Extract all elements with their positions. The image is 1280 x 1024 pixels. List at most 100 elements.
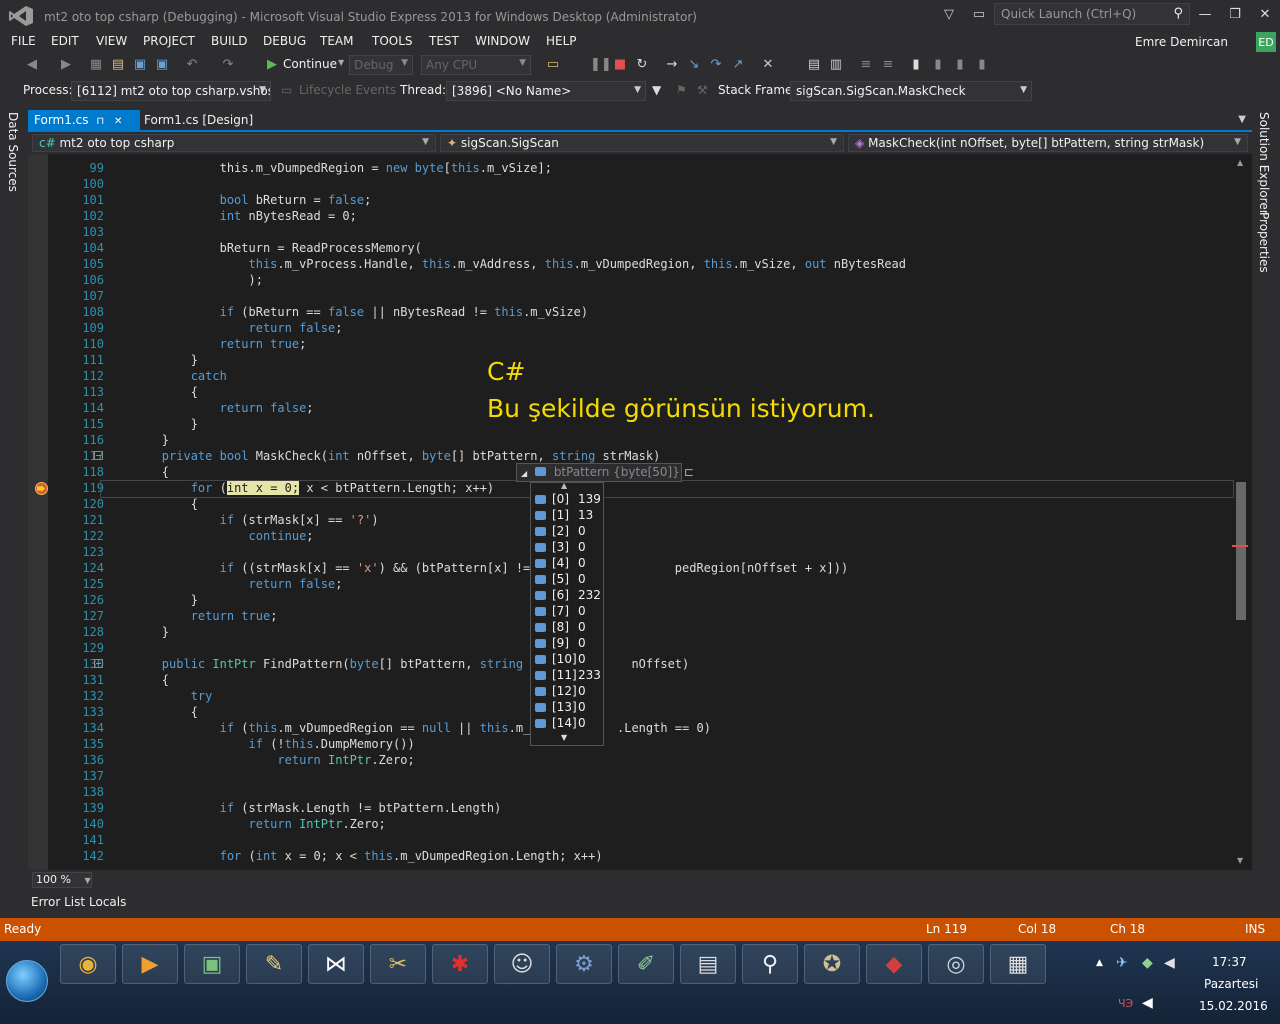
- code-line[interactable]: if (this.m_vDumpedRegion == null || this…: [104, 720, 711, 736]
- code-line[interactable]: bool bReturn = false;: [104, 192, 372, 208]
- game2-icon[interactable]: ◆: [866, 944, 922, 984]
- minimize-button[interactable]: —: [1190, 7, 1220, 22]
- datatip-value[interactable]: 0: [578, 652, 586, 666]
- tab-form1-design[interactable]: Form1.cs [Design]: [138, 110, 259, 131]
- close-button[interactable]: ✕: [1250, 7, 1280, 22]
- datatip-value[interactable]: 0: [578, 540, 586, 554]
- datatip-value[interactable]: 0: [578, 700, 586, 714]
- datatip-value[interactable]: 0: [578, 684, 586, 698]
- datatip-row[interactable]: [9] 0: [535, 636, 603, 652]
- datatip-value[interactable]: 232: [578, 588, 601, 602]
- code-line[interactable]: return false;: [104, 320, 343, 336]
- menu-help[interactable]: HELP: [546, 34, 577, 48]
- scroll-up-icon[interactable]: ▲: [561, 481, 567, 490]
- datatip-value[interactable]: 0: [578, 572, 586, 586]
- code-line[interactable]: return true;: [104, 336, 307, 352]
- horizontal-scrollbar[interactable]: [28, 870, 1252, 888]
- datatip-row[interactable]: [12] 0: [535, 684, 603, 700]
- datatip-row[interactable]: [11] 233: [535, 668, 603, 684]
- code-line[interactable]: if (bReturn == false || nBytesRead != th…: [104, 304, 589, 320]
- code-line[interactable]: return false;: [104, 400, 314, 416]
- tray-language-icon[interactable]: ЧЭ: [1118, 997, 1133, 1010]
- tools-icon[interactable]: ✂: [370, 944, 426, 984]
- class-dropdown[interactable]: ✦ sigScan.SigScan ▼: [440, 134, 844, 152]
- datatip-value[interactable]: 0: [578, 604, 586, 618]
- datatip-value[interactable]: 233: [578, 668, 601, 682]
- hex-icon[interactable]: ✕: [760, 57, 776, 73]
- solution-explorer-tab[interactable]: Solution Explorer: [1257, 112, 1271, 215]
- datatip-value[interactable]: 0: [578, 556, 586, 570]
- notepad-icon[interactable]: ✐: [618, 944, 674, 984]
- datatip-value[interactable]: 13: [578, 508, 593, 522]
- zoom-dropdown[interactable]: 100 % ▼: [32, 872, 92, 888]
- scroll-up-icon[interactable]: ▲: [1237, 158, 1243, 167]
- code-lines[interactable]: this.m_vDumpedRegion = new byte[this.m_v…: [104, 154, 1234, 870]
- code-line[interactable]: return true;: [104, 608, 278, 624]
- gear-app-icon[interactable]: ⚙: [556, 944, 612, 984]
- back-icon[interactable]: ◀: [24, 57, 40, 73]
- datatip-value[interactable]: 0: [578, 636, 586, 650]
- tray-network-icon[interactable]: ◆: [1142, 955, 1153, 971]
- datatip-row[interactable]: [8] 0: [535, 620, 603, 636]
- datatip-row[interactable]: [14] 0: [535, 716, 603, 732]
- datatip-value[interactable]: 0: [578, 620, 586, 634]
- pin-icon[interactable]: ⊏: [684, 465, 694, 479]
- code-line[interactable]: if (strMask[x] == '?'): [104, 512, 379, 528]
- code-line[interactable]: {: [104, 496, 198, 512]
- datatip-row[interactable]: [2] 0: [535, 524, 603, 540]
- menu-test[interactable]: TEST: [429, 34, 459, 48]
- step-into-icon[interactable]: ↘: [686, 57, 702, 73]
- tray-speaker-icon[interactable]: ◀: [1142, 995, 1153, 1011]
- thread-dropdown[interactable]: [3896] <No Name> ▼: [446, 81, 646, 101]
- breakpoint-gutter[interactable]: [28, 154, 48, 870]
- menu-project[interactable]: PROJECT: [143, 34, 195, 48]
- code-line[interactable]: );: [104, 272, 262, 288]
- tray-expand-icon[interactable]: ▲: [1096, 958, 1103, 968]
- expand-icon[interactable]: ◢: [521, 469, 527, 478]
- bookmark-icon[interactable]: ▮: [908, 57, 924, 73]
- code-line[interactable]: {: [104, 672, 169, 688]
- menu-tools[interactable]: TOOLS: [372, 34, 413, 48]
- steam-icon[interactable]: ◎: [928, 944, 984, 984]
- code-line[interactable]: if (strMask.Length != btPattern.Length): [104, 800, 502, 816]
- window-app-icon[interactable]: ▤: [680, 944, 736, 984]
- pin-icon[interactable]: ⊓: [96, 116, 104, 127]
- tray-app-icon[interactable]: ✈: [1116, 955, 1128, 971]
- code-line[interactable]: try: [104, 688, 213, 704]
- search-hex-icon[interactable]: ⚲: [742, 944, 798, 984]
- open-folder-icon[interactable]: ▤: [110, 57, 126, 73]
- datatip-row[interactable]: [5] 0: [535, 572, 603, 588]
- continue-play-icon[interactable]: ▶: [264, 57, 280, 73]
- collapse-icon[interactable]: −: [94, 451, 103, 460]
- media-player-icon[interactable]: ▶: [122, 944, 178, 984]
- quick-launch-input[interactable]: Quick Launch (Ctrl+Q) ⚲: [994, 3, 1190, 25]
- project-dropdown[interactable]: c# mt2 oto top csharp ▼: [32, 134, 436, 152]
- paint-icon[interactable]: ✎: [246, 944, 302, 984]
- properties-tab[interactable]: Properties: [1257, 212, 1271, 273]
- save-icon[interactable]: ▣: [132, 57, 148, 73]
- code-line[interactable]: return IntPtr.Zero;: [104, 752, 414, 768]
- member-dropdown[interactable]: ◈ MaskCheck(int nOffset, byte[] btPatter…: [848, 134, 1248, 152]
- list-icon[interactable]: ▥: [828, 57, 844, 73]
- tab-locals[interactable]: Locals: [89, 895, 126, 909]
- user-avatar[interactable]: ED: [1256, 32, 1276, 52]
- redo-icon[interactable]: ↷: [220, 57, 236, 73]
- code-line[interactable]: return false;: [104, 576, 343, 592]
- code-line[interactable]: int nBytesRead = 0;: [104, 208, 357, 224]
- new-project-icon[interactable]: ▦: [88, 57, 104, 73]
- code-line[interactable]: for (int x = 0; x < this.m_vDumpedRegion…: [104, 848, 603, 864]
- game-icon[interactable]: ✪: [804, 944, 860, 984]
- process-dropdown[interactable]: [6112] mt2 oto top csharp.vshost.e ▼: [71, 81, 271, 101]
- code-line[interactable]: catch: [104, 368, 227, 384]
- config-dropdown[interactable]: Debug ▼: [349, 55, 413, 75]
- close-icon[interactable]: ✕: [114, 116, 122, 127]
- code-line[interactable]: {: [104, 464, 169, 480]
- menu-debug[interactable]: DEBUG: [263, 34, 306, 48]
- menu-view[interactable]: VIEW: [96, 34, 127, 48]
- forward-icon[interactable]: ▶: [58, 57, 74, 73]
- scroll-down-icon[interactable]: ▼: [1237, 856, 1243, 865]
- datatip-value[interactable]: 139: [578, 492, 601, 506]
- code-line[interactable]: continue;: [104, 528, 314, 544]
- code-line[interactable]: if (!this.DumpMemory()): [104, 736, 415, 752]
- tab-overflow-icon[interactable]: ▼: [1238, 114, 1246, 125]
